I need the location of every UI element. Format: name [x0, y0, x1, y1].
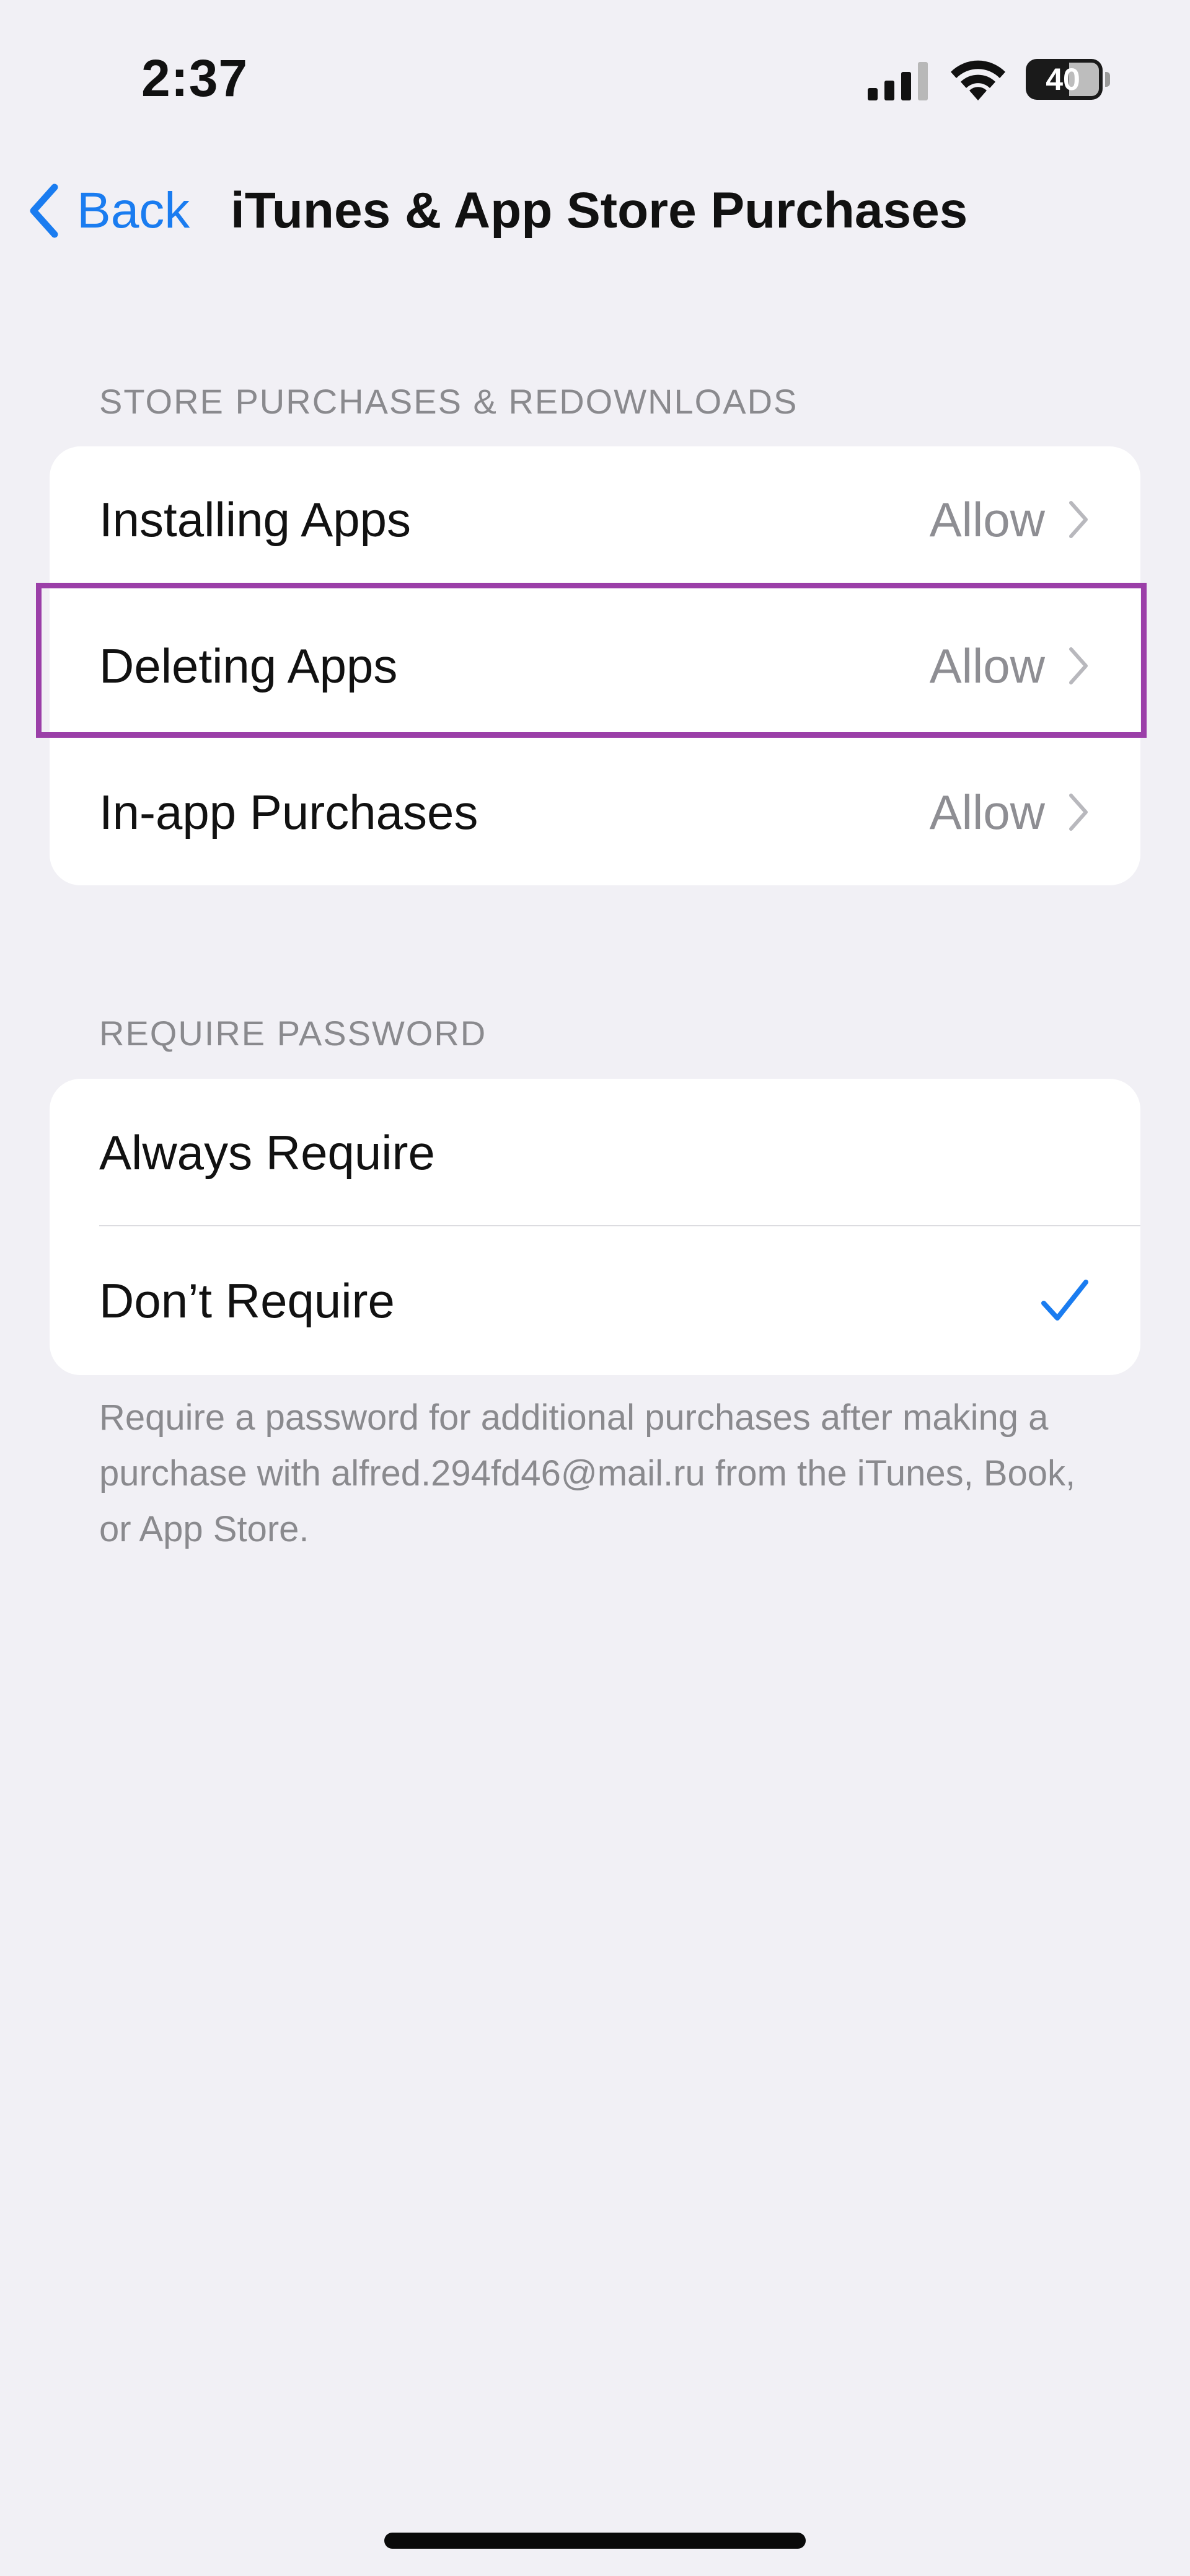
wifi-icon: [951, 60, 1005, 100]
row-label: Always Require: [99, 1125, 435, 1180]
password-footer-note: Require a password for additional purcha…: [99, 1397, 1076, 1549]
page-title: iTunes & App Store Purchases: [231, 182, 968, 239]
row-label: Deleting Apps: [99, 638, 398, 693]
home-indicator[interactable]: [384, 2533, 806, 2549]
installing-apps-row[interactable]: Installing Apps Allow: [50, 446, 1140, 593]
chevron-right-icon: [1069, 794, 1088, 831]
status-bar: 2:37 40: [0, 0, 1190, 155]
status-time: 2:37: [141, 49, 249, 107]
in-app-purchases-row[interactable]: In-app Purchases Allow: [50, 739, 1140, 885]
battery-level: 40: [1046, 62, 1080, 97]
checkmark-icon: [1041, 1280, 1088, 1321]
dont-require-row[interactable]: Don’t Require: [50, 1226, 1140, 1375]
require-password-group: Always Require Don’t Require: [50, 1079, 1140, 1375]
section-header-store: STORE PURCHASES & REDOWNLOADS: [99, 382, 798, 421]
back-chevron-icon: [30, 184, 58, 238]
row-label: Installing Apps: [99, 492, 412, 547]
back-button[interactable]: Back: [25, 177, 190, 245]
signal-icon: [868, 62, 928, 100]
always-require-row[interactable]: Always Require: [50, 1079, 1140, 1226]
chevron-right-icon: [1069, 501, 1088, 538]
row-label: Don’t Require: [99, 1273, 395, 1328]
battery-nub: [1105, 72, 1110, 87]
row-label: In-app Purchases: [99, 784, 478, 839]
chevron-right-icon: [1069, 647, 1088, 684]
row-value: Allow: [929, 638, 1045, 693]
row-value: Allow: [929, 492, 1045, 547]
row-value: Allow: [929, 784, 1045, 839]
store-purchases-group: Installing Apps Allow Deleting Apps Allo…: [50, 446, 1140, 885]
deleting-apps-row[interactable]: Deleting Apps Allow: [50, 593, 1140, 739]
back-label: Back: [77, 182, 190, 239]
section-header-password: REQUIRE PASSWORD: [99, 1014, 487, 1053]
battery-icon: 40: [1026, 59, 1103, 100]
